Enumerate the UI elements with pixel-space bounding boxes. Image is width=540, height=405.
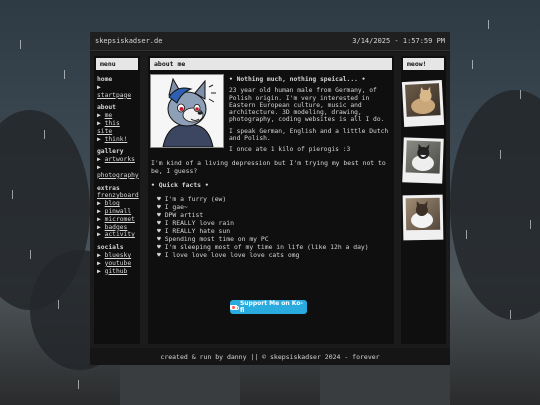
nav-link-think[interactable]: think!	[105, 136, 128, 143]
kofi-button[interactable]: Support Me on Ko-fi	[230, 300, 307, 314]
cat-photo	[402, 194, 444, 241]
about-title: about me	[150, 58, 392, 70]
about-paragraph: I speak German, English and a little Dut…	[229, 127, 389, 143]
menu-title: menu	[96, 58, 138, 70]
footer-prefix: created & run by	[160, 353, 227, 361]
kofi-cup-icon	[230, 304, 239, 310]
menu-heading-gallery: gallery	[97, 148, 124, 156]
footer-author-link[interactable]: danny	[227, 353, 247, 361]
site-window: skepsiskadser.de 3/14/2025 - 1:57:59 PM …	[90, 32, 450, 365]
cat-photo	[401, 79, 445, 128]
nav-link-badges[interactable]: badges	[105, 224, 128, 231]
list-item: ♥ I'm a furry (ew)	[157, 195, 227, 203]
menu-nav: home ▶ startpage about ▶ me ▶ this site …	[97, 76, 139, 275]
cat-photo	[402, 137, 444, 184]
about-panel: about me • Nothing much, nothing speical…	[148, 56, 394, 344]
nav-link-blog[interactable]: blog	[105, 200, 120, 207]
about-headline: • Nothing much, nothing speical... •	[229, 76, 366, 83]
menu-heading-socials: socials	[97, 244, 124, 252]
meow-title: meow!	[403, 58, 444, 70]
nav-link-micromet[interactable]: micromet	[105, 216, 135, 223]
about-paragraph: 23 year old human male from Germany, of …	[229, 87, 385, 124]
avatar-image	[150, 74, 224, 148]
site-name: skepsiskadser.de	[95, 37, 163, 45]
cat-icon	[411, 143, 434, 172]
nav-link-github[interactable]: github	[105, 268, 128, 275]
nav-link-pinwall[interactable]: pinwall	[105, 208, 132, 215]
nav-link-artworks[interactable]: artworks	[105, 156, 135, 163]
menu-panel: menu home ▶ startpage about ▶ me ▶ this …	[94, 56, 140, 344]
footer: created & run by danny || © skepsiskadse…	[90, 350, 450, 365]
nav-link-photography[interactable]: photography	[97, 172, 139, 179]
cat-icon	[411, 200, 434, 229]
menu-heading-extras: extras	[97, 184, 120, 192]
nav-link-youtube[interactable]: youtube	[105, 260, 132, 267]
nav-link-frenzyboard[interactable]: frenzyboard	[97, 192, 139, 199]
datetime: 3/14/2025 - 1:57:59 PM	[352, 37, 445, 45]
title-bar: skepsiskadser.de 3/14/2025 - 1:57:59 PM	[90, 32, 450, 51]
meow-panel: meow!	[401, 56, 446, 344]
list-item: ♥ Spending most time on my PC	[157, 235, 269, 243]
nav-link-this-site[interactable]: this site	[97, 120, 120, 135]
list-item: ♥ I REALLY hate sun	[157, 227, 231, 235]
list-item: ♥ DPW artist	[157, 211, 204, 219]
content-area: menu home ▶ startpage about ▶ me ▶ this …	[90, 52, 450, 348]
cat-icon	[411, 86, 436, 115]
list-item: ♥ I gae~	[157, 203, 188, 211]
about-text: • Nothing much, nothing speical... • 23 …	[229, 76, 389, 158]
about-body: I'm kind of a living depression but I'm …	[151, 159, 391, 259]
footer-suffix: || © skepsiskadser 2024 - forever	[246, 353, 380, 361]
about-intro: I'm kind of a living depression but I'm …	[151, 159, 386, 175]
nav-link-bluesky[interactable]: bluesky	[105, 252, 132, 259]
kofi-label: Support Me on Ko-fi	[239, 300, 303, 314]
list-item: ♥ I love love love love love cats omg	[157, 251, 300, 259]
list-item: ♥ I REALLY love rain	[157, 219, 234, 227]
wolf-avatar-icon	[151, 75, 223, 148]
about-paragraph: I once ate 1 kilo of pierogis :3	[229, 146, 351, 154]
quick-facts-title: • Quick facts •	[151, 181, 209, 189]
menu-heading-home: home	[97, 76, 113, 83]
nav-link-startpage[interactable]: startpage	[97, 92, 131, 99]
list-item: ♥ I'm sleeping most of my time in life (…	[157, 243, 369, 251]
menu-heading-about: about	[97, 104, 116, 112]
nav-link-me[interactable]: me	[105, 112, 113, 119]
nav-link-activity[interactable]: activity	[105, 231, 135, 238]
quick-facts-list: ♥ I'm a furry (ew) ♥ I gae~ ♥ DPW artist…	[151, 195, 391, 259]
